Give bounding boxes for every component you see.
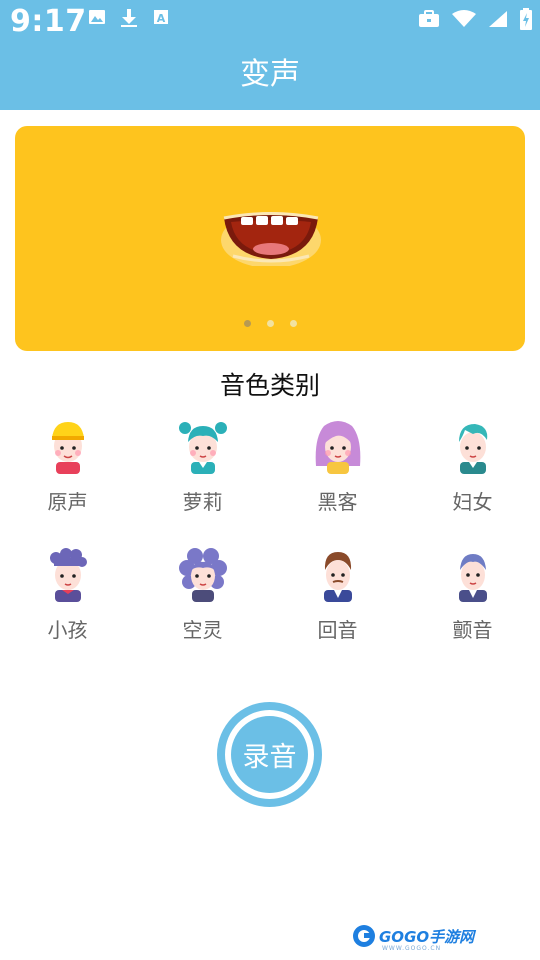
- girl-teal-buns-icon: [178, 422, 227, 474]
- voice-label: 空灵: [182, 618, 223, 642]
- app-bar: 变声: [0, 44, 540, 110]
- carousel-dot[interactable]: [266, 320, 274, 327]
- kid-purple-hair-icon: [49, 548, 87, 602]
- carousel-dot[interactable]: [243, 320, 251, 327]
- gogo-logo-icon: [353, 925, 375, 947]
- mouth-icon: [221, 212, 321, 266]
- page-title: 变声: [240, 57, 300, 92]
- status-time: 9:17: [10, 4, 87, 39]
- carousel-dot[interactable]: [289, 320, 297, 327]
- wifi-icon: [452, 10, 476, 27]
- voice-item-echo[interactable]: 回音: [270, 546, 405, 674]
- record-inner: 录音: [231, 716, 308, 793]
- man-brown-hair-icon: [323, 552, 352, 602]
- voice-label: 萝莉: [182, 490, 223, 514]
- svg-text:A: A: [157, 12, 166, 25]
- banner-carousel[interactable]: [15, 126, 525, 351]
- briefcase-icon: [419, 10, 439, 27]
- voice-label: 原声: [47, 490, 88, 514]
- download-icon: [121, 9, 137, 27]
- voice-label: 颤音: [452, 618, 493, 642]
- man-suit-icon: [458, 554, 487, 602]
- boy-yellow-hair-icon: [51, 422, 84, 474]
- voice-item-ethereal[interactable]: 空灵: [135, 546, 270, 674]
- image-icon: [89, 10, 105, 24]
- section-title: 音色类别: [219, 371, 320, 400]
- signal-icon: [489, 11, 507, 27]
- girl-purple-hair-icon: [315, 421, 360, 474]
- voice-item-original[interactable]: 原声: [0, 418, 135, 546]
- status-bar: 9:17 A: [0, 0, 540, 44]
- watermark-sub: WWW.GOGO.CN: [382, 945, 442, 952]
- voice-item-tremolo[interactable]: 颤音: [405, 546, 540, 674]
- voice-item-woman[interactable]: 妇女: [405, 418, 540, 546]
- voice-label: 黑客: [317, 490, 358, 514]
- voice-item-hacker[interactable]: 黑客: [270, 418, 405, 546]
- text-a-icon: A: [154, 10, 168, 25]
- voice-label: 小孩: [47, 618, 88, 642]
- carousel-indicator: [15, 320, 525, 327]
- voice-label: 妇女: [452, 490, 493, 514]
- voice-item-loli[interactable]: 萝莉: [135, 418, 270, 546]
- woman-curly-purple-icon: [178, 548, 227, 602]
- record-button[interactable]: 录音: [217, 702, 322, 807]
- voice-category-grid: 原声 萝莉 黑客 妇女 小孩 空灵 回音 颤音: [0, 418, 540, 674]
- woman-teal-hair-icon: [458, 424, 487, 474]
- voice-item-child[interactable]: 小孩: [0, 546, 135, 674]
- battery-charging-icon: [520, 8, 532, 30]
- voice-label: 回音: [317, 618, 358, 642]
- record-label: 录音: [242, 742, 297, 773]
- watermark-text: GOGO手游网: [379, 927, 475, 946]
- watermark-logo: GOGO手游网 WWW.GOGO.CN: [352, 924, 475, 952]
